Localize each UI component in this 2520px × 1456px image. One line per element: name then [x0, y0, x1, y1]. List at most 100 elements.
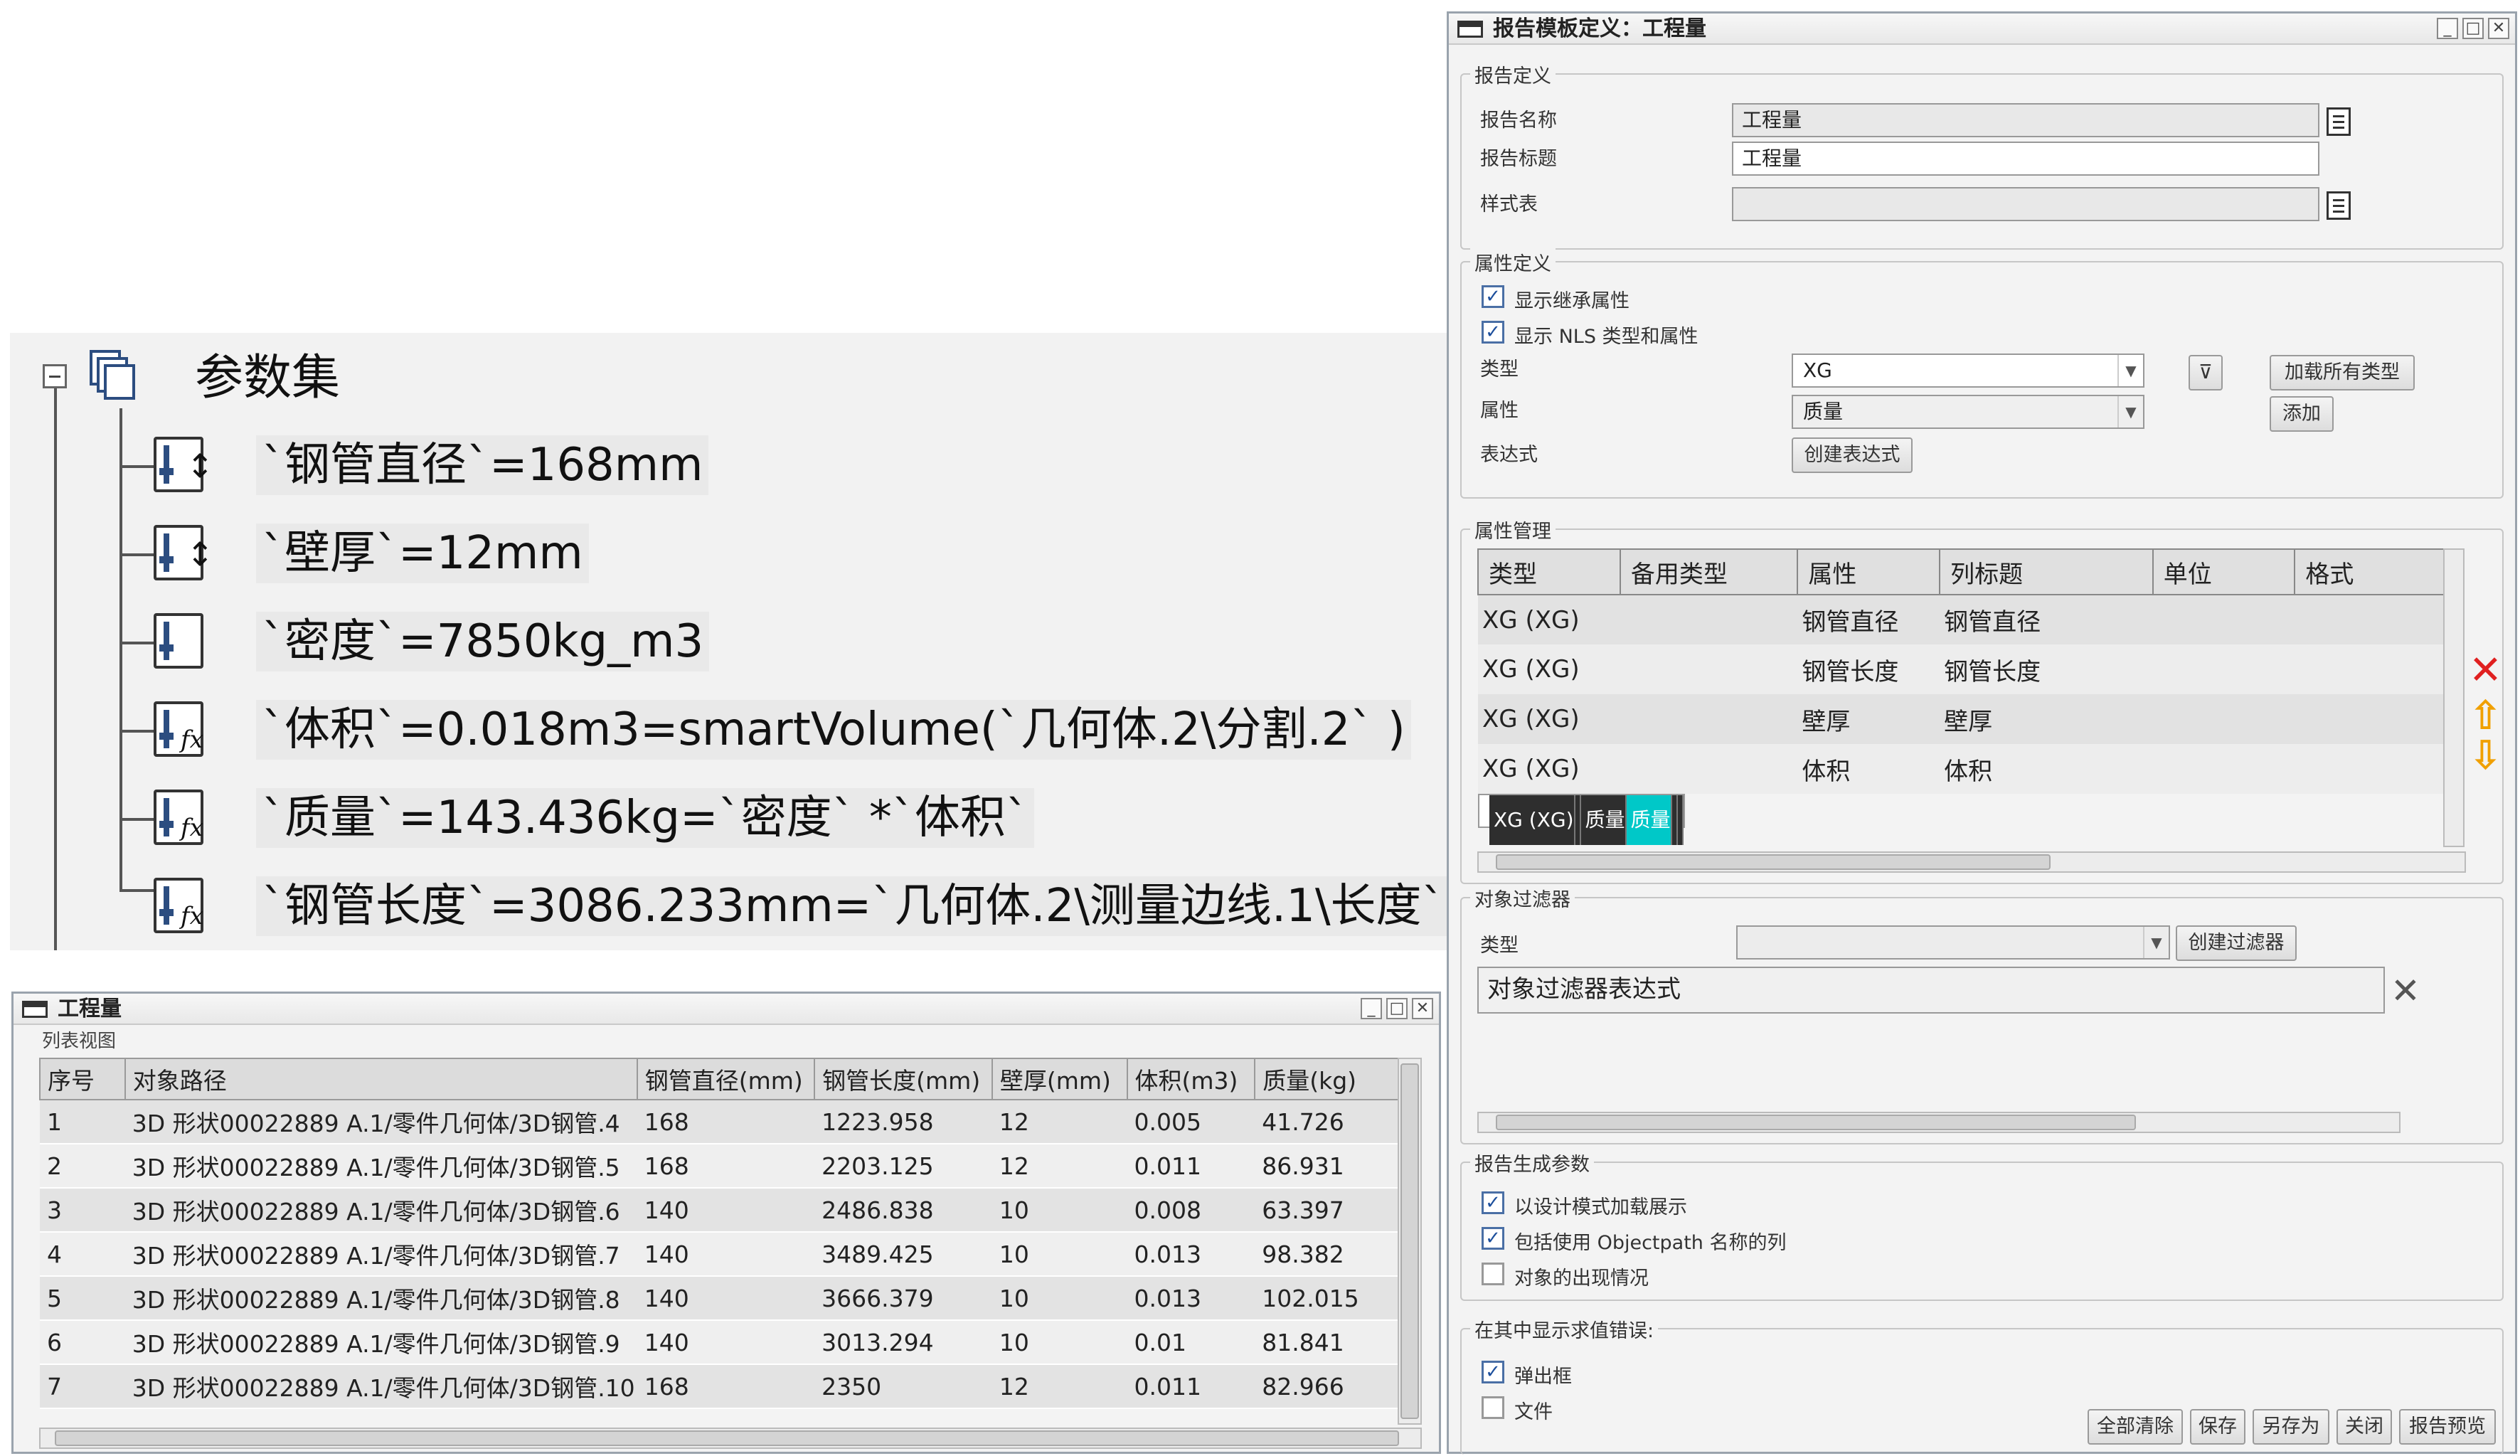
window-titlebar[interactable]: 工程量 _ □ ✕ [14, 994, 1439, 1025]
collapse-toggle[interactable] [43, 364, 67, 388]
column-header[interactable]: 属性 [1797, 548, 1941, 595]
attribute-dropdown[interactable]: 质量 ▼ [1792, 395, 2144, 429]
table-cell: 0.008 [1127, 1188, 1255, 1233]
table-row[interactable]: 7 3D 形状00022889 A.1/零件几何体/3D钢管.10 168 2350 1… [40, 1364, 1411, 1409]
table-cell: 2 [40, 1144, 125, 1189]
column-header[interactable]: 备用类型 [1619, 548, 1799, 595]
popup-checkbox[interactable]: ✓ [1482, 1361, 1504, 1383]
maximize-button[interactable]: □ [1386, 998, 1408, 1019]
occurrence-checkbox[interactable] [1482, 1263, 1504, 1285]
file-checkbox[interactable] [1482, 1396, 1504, 1419]
vertical-scrollbar[interactable] [2443, 548, 2465, 847]
table-cell [2152, 595, 2295, 644]
table-row[interactable]: XG (XG) 质量 质量 [1478, 794, 1685, 845]
type-dropdown[interactable]: XG ▼ [1792, 354, 2144, 388]
table-row[interactable]: 1 3D 形状00022889 A.1/零件几何体/3D钢管.4 168 1223.9… [40, 1100, 1411, 1144]
close-button[interactable]: ✕ [2488, 18, 2509, 39]
scroll-thumb[interactable] [1496, 854, 2051, 870]
tree-line [54, 370, 57, 950]
save-button[interactable]: 保存 [2190, 1409, 2245, 1445]
table-row[interactable]: XG (XG) 壁厚 壁厚 [1478, 694, 2444, 744]
table-cell: 82.966 [1255, 1364, 1411, 1409]
clear-all-button[interactable]: 全部清除 [2088, 1409, 2183, 1445]
stylesheet-field[interactable] [1732, 187, 2319, 221]
minimize-button[interactable]: _ [1361, 998, 1382, 1019]
minimize-button[interactable]: _ [2437, 18, 2458, 39]
table-cell [2295, 744, 2444, 794]
tree-item-label[interactable]: `钢管直径`=168mm [256, 435, 709, 495]
clear-icon[interactable]: ✕ [2391, 971, 2420, 1011]
table-cell: 140 [637, 1320, 815, 1365]
move-up-icon[interactable]: ⇧ [2469, 696, 2502, 736]
table-row[interactable]: 3 3D 形状00022889 A.1/零件几何体/3D钢管.6 140 2486.8… [40, 1188, 1411, 1233]
tree-item-label[interactable]: `密度`=7850kg_m3 [256, 612, 710, 671]
create-filter-button[interactable]: 创建过滤器 [2176, 925, 2297, 961]
close-button[interactable]: ✕ [1412, 998, 1433, 1019]
filter-expression-field[interactable]: 对象过滤器表达式 [1477, 967, 2385, 1014]
table-cell: 3 [40, 1188, 125, 1233]
column-header[interactable]: 序号 [39, 1058, 126, 1100]
move-down-icon[interactable]: ⇩ [2469, 736, 2502, 776]
tree-item-label[interactable]: `壁厚`=12mm [256, 524, 589, 583]
result-window: 工程量 _ □ ✕ 列表视图 序号 对象路径 钢管直径(mm) 钢管长度(mm) 壁厚(… [11, 992, 1441, 1454]
dialog-titlebar[interactable]: 报告模板定义：工程量 _ □ ✕ [1449, 14, 2515, 45]
table-row[interactable]: 4 3D 形状00022889 A.1/零件几何体/3D钢管.7 140 3489.4… [40, 1232, 1411, 1277]
table-cell [1620, 595, 1798, 644]
create-expression-button[interactable]: 创建表达式 [1792, 437, 1913, 473]
document-icon[interactable] [2327, 191, 2351, 220]
report-preview-button[interactable]: 报告预览 [2399, 1409, 2496, 1445]
delete-icon[interactable]: ✕ [2469, 651, 2502, 691]
scroll-thumb[interactable] [55, 1430, 1399, 1446]
horizontal-scrollbar[interactable] [39, 1428, 1422, 1449]
show-nls-checkbox[interactable]: ✓ [1482, 321, 1504, 344]
vertical-scrollbar[interactable] [1398, 1058, 1422, 1425]
tree-item-label[interactable]: `质量`=143.436kg=`密度` *`体积` [256, 788, 1034, 848]
table-cell: 质量 [1580, 795, 1627, 845]
column-header[interactable]: 壁厚(mm) [991, 1058, 1128, 1100]
show-inherited-checkbox[interactable]: ✓ [1482, 285, 1504, 308]
table-cell: 63.397 [1255, 1188, 1411, 1233]
table-cell: 5 [40, 1276, 125, 1321]
table-cell: 10 [991, 1276, 1127, 1321]
column-header[interactable]: 列标题 [1939, 548, 2154, 595]
load-all-types-button[interactable]: 加载所有类型 [2270, 355, 2415, 390]
objectpath-checkbox[interactable]: ✓ [1482, 1227, 1504, 1250]
column-header[interactable]: 体积(m3) [1126, 1058, 1256, 1100]
report-title-field[interactable]: 工程量 [1732, 142, 2319, 176]
table-row[interactable]: XG (XG) 体积 体积 [1478, 744, 2444, 794]
column-header[interactable]: 格式 [2294, 548, 2445, 595]
add-button[interactable]: 添加 [2270, 396, 2334, 432]
table-cell: 2203.125 [814, 1144, 992, 1189]
column-header[interactable]: 类型 [1477, 548, 1621, 595]
close-dialog-button[interactable]: 关闭 [2336, 1409, 2392, 1445]
column-header[interactable]: 钢管长度(mm) [814, 1058, 993, 1100]
table-cell: 3489.425 [814, 1232, 992, 1277]
table-row[interactable]: 2 3D 形状00022889 A.1/零件几何体/3D钢管.5 168 2203.1… [40, 1144, 1411, 1189]
tree-root-label[interactable]: 参数集 [189, 349, 346, 408]
horizontal-scrollbar[interactable] [1477, 1112, 2401, 1133]
save-as-button[interactable]: 另存为 [2253, 1409, 2329, 1445]
scroll-thumb[interactable] [1496, 1115, 2136, 1130]
formula-parameter-icon: fx [154, 790, 203, 845]
column-header[interactable]: 单位 [2152, 548, 2296, 595]
maximize-button[interactable]: □ [2462, 18, 2484, 39]
scroll-thumb[interactable] [1400, 1063, 1419, 1419]
filter-type-dropdown[interactable]: ▼ [1736, 925, 2170, 960]
table-row[interactable]: XG (XG) 钢管长度 钢管长度 [1478, 644, 2444, 694]
report-name-field[interactable]: 工程量 [1732, 103, 2319, 137]
design-mode-checkbox[interactable]: ✓ [1482, 1191, 1504, 1214]
table-cell: 168 [637, 1100, 815, 1144]
filter-icon[interactable]: ⊽ [2189, 355, 2223, 390]
horizontal-scrollbar[interactable] [1477, 851, 2466, 873]
tree-item-label[interactable]: `体积`=0.018m3=smartVolume(`几何体.2\分割.2` ) [256, 700, 1411, 760]
table-cell: 质量 [1625, 795, 1672, 845]
column-header[interactable]: 钢管直径(mm) [636, 1058, 816, 1100]
tree-item-label[interactable]: `钢管长度`=3086.233mm=`几何体.2\测量边线.1\长度` [256, 876, 1450, 936]
column-header[interactable]: 对象路径 [124, 1058, 638, 1100]
file-label: 文件 [1514, 1401, 1553, 1423]
document-icon[interactable] [2327, 107, 2351, 136]
table-row[interactable]: 6 3D 形状00022889 A.1/零件几何体/3D钢管.9 140 3013.2… [40, 1320, 1411, 1365]
table-row[interactable]: 5 3D 形状00022889 A.1/零件几何体/3D钢管.8 140 3666.3… [40, 1276, 1411, 1321]
column-header[interactable]: 质量(kg) [1254, 1058, 1412, 1100]
table-row[interactable]: XG (XG) 钢管直径 钢管直径 [1478, 595, 2444, 644]
